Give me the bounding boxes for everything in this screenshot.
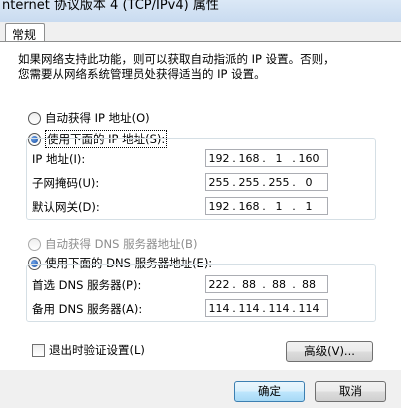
- auto-dns-label: 自动获得 DNS 服务器地址(B): [45, 237, 198, 251]
- ip-address-field[interactable]: 192. 168. 1. 160: [205, 149, 328, 167]
- cancel-button[interactable]: 取消: [315, 381, 386, 402]
- alternate-dns-octet-1: 114: [208, 301, 230, 315]
- mask-octet-1: 255: [208, 175, 230, 189]
- preferred-dns-octet-3: 88: [272, 277, 286, 291]
- preferred-dns-octet-1: 222: [208, 277, 230, 291]
- ip-octet-2: 168: [238, 151, 260, 165]
- auto-ip-radio[interactable]: [28, 111, 41, 125]
- window-title: nternet 协议版本 4 (TCP/IPv4) 属性: [2, 0, 219, 13]
- gateway-octet-2: 168: [238, 199, 260, 213]
- alternate-dns-octet-2: 114: [238, 301, 260, 315]
- default-gateway-label: 默认网关(D):: [32, 200, 100, 214]
- default-gateway-field[interactable]: 192. 168. 1. 1: [205, 197, 328, 215]
- auto-dns-option[interactable]: 自动获得 DNS 服务器地址(B): [28, 236, 197, 252]
- ok-button[interactable]: 确定: [234, 381, 305, 402]
- ip-address-label: IP 地址(I):: [32, 152, 86, 166]
- tab-general[interactable]: 常规: [5, 23, 45, 42]
- ip-octet-3: 1: [275, 151, 283, 165]
- subnet-mask-label: 子网掩码(U):: [32, 176, 100, 190]
- gateway-octet-1: 192: [208, 199, 230, 213]
- ip-octet-1: 192: [208, 151, 230, 165]
- description-text: 如果网络支持此功能，则可以获取自动指派的 IP 设置。否则， 您需要从网络系统管…: [18, 52, 388, 82]
- preferred-dns-octet-2: 88: [242, 277, 256, 291]
- validate-on-exit-label: 退出时验证设置(L): [49, 343, 145, 357]
- auto-ip-option[interactable]: 自动获得 IP 地址(O): [28, 110, 150, 126]
- advanced-button[interactable]: 高级(V)...: [286, 341, 373, 362]
- auto-dns-radio[interactable]: [28, 237, 41, 251]
- preferred-dns-octet-4: 88: [302, 277, 316, 291]
- alternate-dns-octet-3: 114: [268, 301, 290, 315]
- preferred-dns-label: 首选 DNS 服务器(P):: [32, 278, 142, 292]
- description-line-1: 如果网络支持此功能，则可以获取自动指派的 IP 设置。否则，: [18, 52, 335, 66]
- tab-strip: [0, 22, 401, 41]
- title-bar: nternet 协议版本 4 (TCP/IPv4) 属性: [0, 0, 401, 23]
- validate-on-exit-checkbox[interactable]: [32, 343, 45, 357]
- alternate-dns-field[interactable]: 114. 114. 114. 114: [205, 299, 328, 317]
- gateway-octet-4: 1: [305, 199, 313, 213]
- preferred-dns-field[interactable]: 222. 88. 88. 88: [205, 275, 328, 293]
- validate-on-exit-option[interactable]: 退出时验证设置(L): [32, 342, 145, 358]
- auto-ip-label: 自动获得 IP 地址(O): [45, 111, 150, 125]
- gateway-octet-3: 1: [275, 199, 283, 213]
- alternate-dns-label: 备用 DNS 服务器(A):: [32, 302, 143, 316]
- mask-octet-3: 255: [268, 175, 290, 189]
- mask-octet-4: 0: [305, 175, 313, 189]
- ip-octet-4: 160: [298, 151, 320, 165]
- subnet-mask-field[interactable]: 255. 255. 255. 0: [205, 173, 328, 191]
- alternate-dns-octet-4: 114: [298, 301, 320, 315]
- description-line-2: 您需要从网络系统管理员处获得适当的 IP 设置。: [18, 67, 266, 81]
- mask-octet-2: 255: [238, 175, 260, 189]
